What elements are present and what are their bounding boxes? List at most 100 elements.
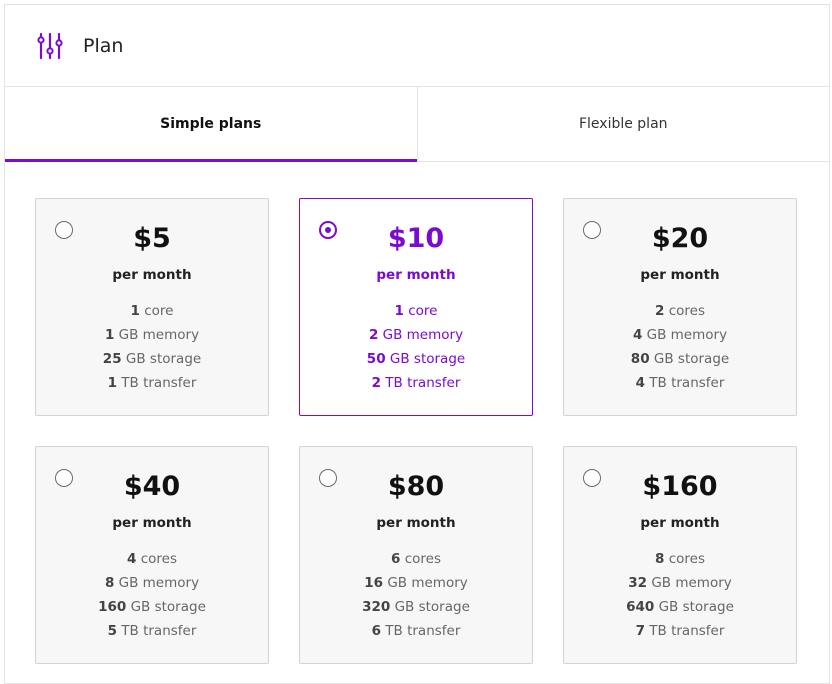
spec-transfer-unit: TB transfer [121, 375, 197, 391]
spec-storage: 80 GB storage [564, 351, 796, 375]
tab-simple-plans[interactable]: Simple plans [5, 87, 418, 162]
spec-transfer-value: 2 [371, 375, 381, 391]
plan-price: $10 [387, 223, 445, 254]
plan-price: $80 [387, 471, 445, 502]
spec-cores: 6 cores [300, 551, 532, 575]
plan-tabs: Simple plans Flexible plan [5, 87, 829, 162]
plan-card[interactable]: $20 per month 2 cores 4 GB memory 80 GB … [563, 198, 797, 416]
plan-specs: 6 cores 16 GB memory 320 GB storage 6 TB… [300, 551, 532, 647]
plan-card[interactable]: $10 per month 1 core 2 GB memory 50 GB s… [299, 198, 533, 416]
spec-memory-value: 4 [632, 327, 643, 343]
plan-price: $5 [133, 223, 171, 254]
spec-transfer: 6 TB transfer [300, 623, 532, 647]
plan-price: $40 [123, 471, 181, 502]
spec-memory: 1 GB memory [36, 327, 268, 351]
spec-memory-value: 8 [104, 575, 115, 591]
spec-cores-value: 4 [127, 551, 137, 567]
spec-storage-unit: GB storage [130, 599, 206, 615]
spec-cores: 8 cores [564, 551, 796, 575]
spec-cores: 4 cores [36, 551, 268, 575]
plan-period: per month [376, 515, 456, 531]
spec-transfer-unit: TB transfer [385, 623, 461, 639]
panel-title: Plan [83, 34, 124, 57]
spec-transfer-value: 4 [635, 375, 645, 391]
plan-period: per month [376, 267, 456, 283]
plan-specs: 2 cores 4 GB memory 80 GB storage 4 TB t… [564, 303, 796, 399]
spec-storage-value: 80 [630, 351, 650, 367]
spec-transfer: 1 TB transfer [36, 375, 268, 399]
spec-cores-unit: cores [668, 303, 705, 319]
spec-cores-unit: core [144, 303, 174, 319]
plan-specs: 4 cores 8 GB memory 160 GB storage 5 TB … [36, 551, 268, 647]
spec-memory: 16 GB memory [300, 575, 532, 599]
sliders-icon [37, 32, 63, 59]
spec-transfer-value: 1 [107, 375, 117, 391]
spec-memory-unit: GB memory [651, 575, 732, 591]
spec-cores-value: 2 [655, 303, 665, 319]
spec-cores-unit: cores [668, 551, 705, 567]
spec-memory-unit: GB memory [118, 575, 200, 591]
spec-transfer: 7 TB transfer [564, 623, 796, 647]
spec-memory-unit: GB memory [387, 575, 468, 591]
spec-memory-value: 16 [364, 575, 384, 591]
plan-price: $160 [642, 471, 718, 502]
plan-card[interactable]: $5 per month 1 core 1 GB memory 25 GB st… [35, 198, 269, 416]
spec-transfer-unit: TB transfer [649, 623, 725, 639]
plan-card[interactable]: $40 per month 4 cores 8 GB memory 160 GB… [35, 446, 269, 664]
spec-cores-value: 8 [655, 551, 665, 567]
spec-storage-unit: GB storage [653, 351, 730, 367]
spec-cores: 1 core [300, 303, 532, 327]
tab-flexible-plan[interactable]: Flexible plan [418, 87, 830, 161]
spec-memory: 8 GB memory [36, 575, 268, 599]
spec-storage-unit: GB storage [394, 599, 470, 615]
spec-cores-unit: core [408, 303, 438, 319]
panel-header: Plan [5, 5, 829, 87]
spec-memory: 32 GB memory [564, 575, 796, 599]
plan-period: per month [112, 515, 192, 531]
spec-cores-value: 1 [394, 303, 404, 319]
spec-memory-unit: GB memory [646, 327, 728, 343]
spec-cores-unit: cores [140, 551, 177, 567]
spec-memory: 4 GB memory [564, 327, 796, 351]
spec-storage-unit: GB storage [125, 351, 202, 367]
spec-storage-value: 25 [102, 351, 122, 367]
plan-period: per month [640, 515, 720, 531]
spec-storage-value: 160 [98, 599, 127, 615]
plan-specs: 8 cores 32 GB memory 640 GB storage 7 TB… [564, 551, 796, 647]
plan-price: $20 [651, 223, 709, 254]
plan-card[interactable]: $80 per month 6 cores 16 GB memory 320 G… [299, 446, 533, 664]
spec-memory-value: 32 [628, 575, 648, 591]
spec-storage-unit: GB storage [389, 351, 466, 367]
spec-memory-value: 2 [368, 327, 379, 343]
spec-transfer-value: 5 [107, 623, 117, 639]
spec-transfer: 5 TB transfer [36, 623, 268, 647]
plan-card[interactable]: $160 per month 8 cores 32 GB memory 640 … [563, 446, 797, 664]
spec-storage: 640 GB storage [564, 599, 796, 623]
spec-cores: 2 cores [564, 303, 796, 327]
spec-transfer-value: 6 [371, 623, 381, 639]
spec-memory: 2 GB memory [300, 327, 532, 351]
spec-storage-unit: GB storage [658, 599, 734, 615]
spec-transfer: 4 TB transfer [564, 375, 796, 399]
plan-specs: 1 core 1 GB memory 25 GB storage 1 TB tr… [36, 303, 268, 399]
spec-storage: 25 GB storage [36, 351, 268, 375]
spec-cores-value: 1 [130, 303, 140, 319]
spec-transfer: 2 TB transfer [300, 375, 532, 399]
spec-storage: 320 GB storage [300, 599, 532, 623]
spec-cores-unit: cores [404, 551, 441, 567]
spec-storage-value: 50 [366, 351, 386, 367]
spec-transfer-unit: TB transfer [649, 375, 725, 391]
spec-memory-unit: GB memory [118, 327, 200, 343]
plan-specs: 1 core 2 GB memory 50 GB storage 2 TB tr… [300, 303, 532, 399]
spec-cores: 1 core [36, 303, 268, 327]
spec-storage-value: 320 [362, 599, 391, 615]
spec-cores-value: 6 [391, 551, 401, 567]
spec-memory-value: 1 [104, 327, 115, 343]
spec-transfer-value: 7 [635, 623, 645, 639]
spec-storage: 50 GB storage [300, 351, 532, 375]
spec-transfer-unit: TB transfer [385, 375, 461, 391]
spec-memory-unit: GB memory [382, 327, 464, 343]
plan-period: per month [640, 267, 720, 283]
spec-storage-value: 640 [626, 599, 655, 615]
spec-transfer-unit: TB transfer [121, 623, 197, 639]
